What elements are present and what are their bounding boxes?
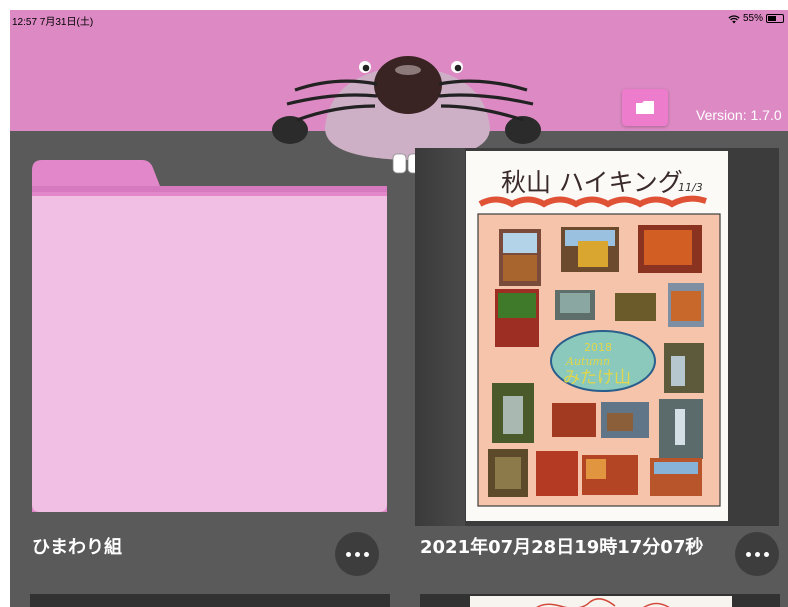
status-indicators: 55% [728,13,784,24]
folder-icon [636,101,654,114]
folder-button[interactable] [622,89,668,126]
version-label: Version: 1.7.0 [696,107,782,123]
battery-icon [766,14,784,23]
note-drawing: 秋山 ハイキング 11/3 2018 Autumn みたけ山 [477,168,721,507]
note-more-button[interactable] [735,532,779,576]
folder-more-button[interactable] [335,532,379,576]
note-date: 11/3 [678,181,703,194]
app: 12:57 7月31日(土) 55% Version: 1.7.0 秋山 ハイキ… [10,10,788,607]
note-title: 2021年07月28日19時17分07秒 [420,537,704,558]
folder-card[interactable] [32,160,387,512]
next-card-left[interactable] [30,594,390,607]
note-card[interactable]: 秋山 ハイキング 11/3 2018 Autumn みたけ山 [415,148,779,526]
ellipsis-icon [745,551,751,557]
note-place: みたけ山 [563,368,631,388]
wifi-icon [728,14,740,23]
status-time: 12:57 7月31日(土) [12,17,94,28]
note-script: Autumn [565,355,610,368]
ellipsis-icon [345,551,351,557]
note-thumbnail: 秋山 ハイキング 11/3 2018 Autumn みたけ山 [466,151,728,521]
large-folder-icon [32,160,387,512]
note-year: 2018 [584,341,612,354]
next-note-thumbnail [470,596,732,607]
note-heading: 秋山 ハイキング [501,168,683,197]
battery-percent: 55% [742,13,763,24]
folder-title: ひまわり組 [32,537,122,558]
